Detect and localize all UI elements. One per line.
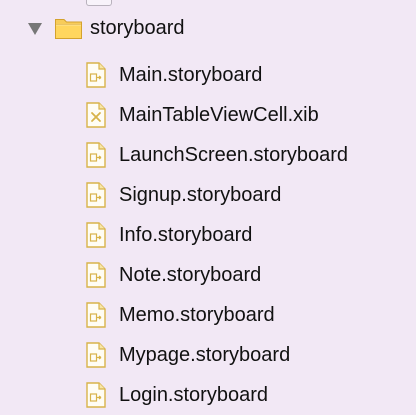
storyboard-file-icon [86, 382, 106, 408]
folder-label: storyboard [90, 17, 185, 39]
file-item-login-storyboard[interactable]: Login.storyboard [86, 375, 406, 415]
storyboard-file-icon [86, 62, 106, 88]
folder-icon [54, 16, 83, 40]
file-label: Note.storyboard [119, 264, 262, 286]
storyboard-file-icon [86, 222, 106, 248]
partial-file-icon [86, 0, 112, 6]
file-item-main-storyboard[interactable]: Main.storyboard [86, 55, 406, 95]
file-list: Main.storyboard MainTableViewCell.xib La… [86, 55, 406, 415]
folder-row-storyboard[interactable]: storyboard [28, 12, 185, 44]
file-label: Mypage.storyboard [119, 344, 291, 366]
file-label: Memo.storyboard [119, 304, 275, 326]
file-item-mypage-storyboard[interactable]: Mypage.storyboard [86, 335, 406, 375]
xib-file-icon [86, 102, 106, 128]
storyboard-file-icon [86, 262, 106, 288]
storyboard-file-icon [86, 142, 106, 168]
storyboard-file-icon [86, 342, 106, 368]
chevron-down-icon[interactable] [28, 23, 42, 35]
file-label: Login.storyboard [119, 384, 268, 406]
file-item-signup-storyboard[interactable]: Signup.storyboard [86, 175, 406, 215]
file-item-launchscreen-storyboard[interactable]: LaunchScreen.storyboard [86, 135, 406, 175]
storyboard-file-icon [86, 182, 106, 208]
storyboard-file-icon [86, 302, 106, 328]
file-item-info-storyboard[interactable]: Info.storyboard [86, 215, 406, 255]
file-label: Info.storyboard [119, 224, 253, 246]
file-item-note-storyboard[interactable]: Note.storyboard [86, 255, 406, 295]
file-item-main-table-view-cell-xib[interactable]: MainTableViewCell.xib [86, 95, 406, 135]
file-label: MainTableViewCell.xib [119, 104, 319, 126]
file-label: Signup.storyboard [119, 184, 282, 206]
file-label: Main.storyboard [119, 64, 263, 86]
file-item-memo-storyboard[interactable]: Memo.storyboard [86, 295, 406, 335]
file-label: LaunchScreen.storyboard [119, 144, 349, 166]
